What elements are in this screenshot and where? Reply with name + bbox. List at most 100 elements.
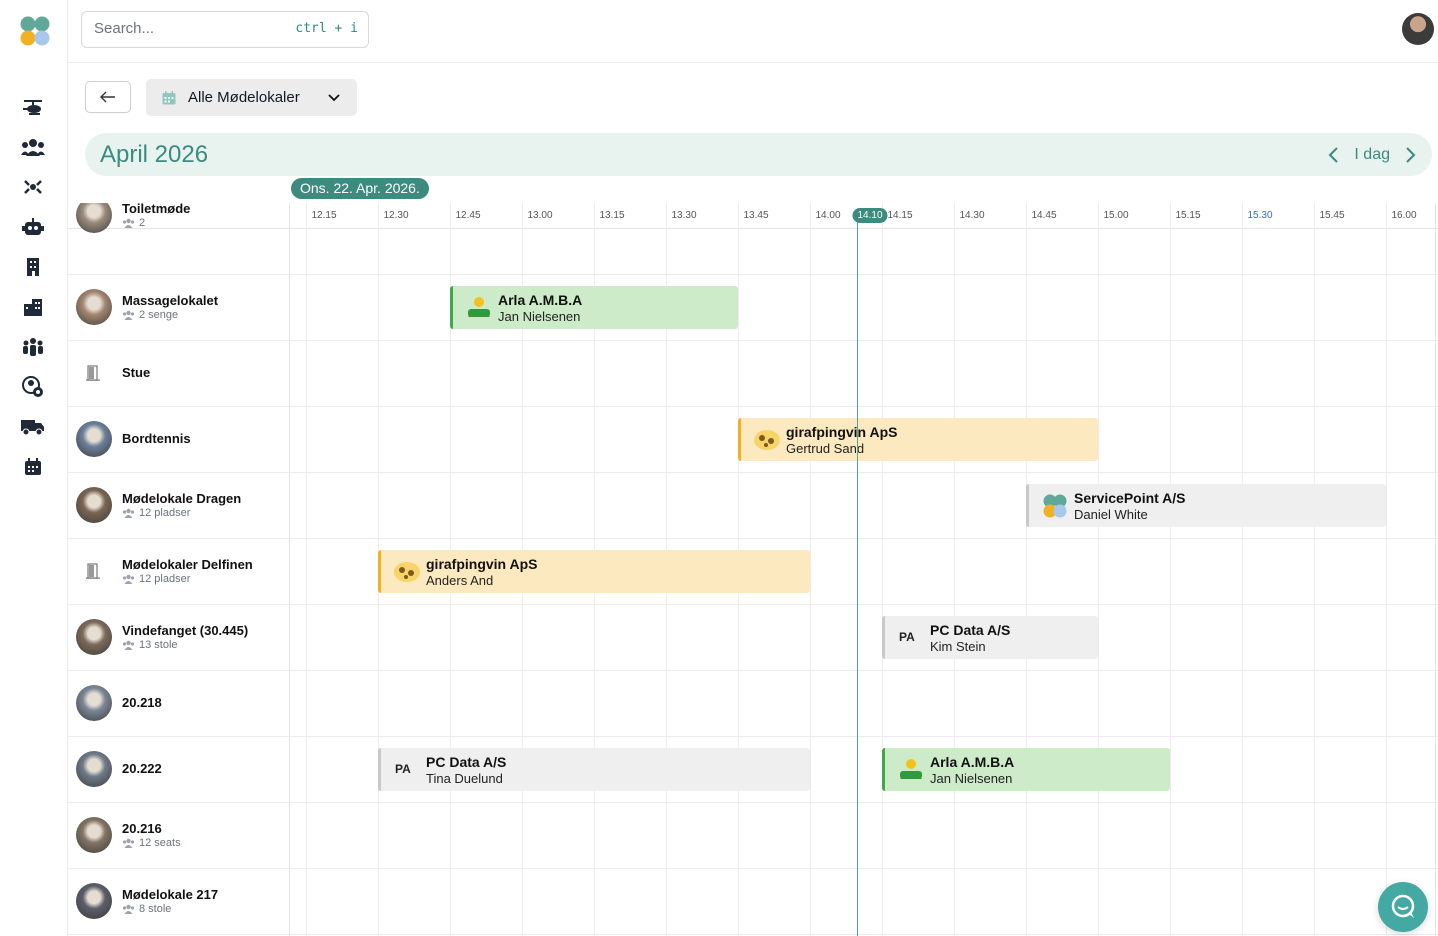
people-small-icon xyxy=(122,574,135,584)
room-row[interactable]: Stue xyxy=(68,340,289,406)
booking-block[interactable]: PA PC Data A/S Kim Stein xyxy=(882,616,1098,659)
room-thumbnail xyxy=(76,487,112,523)
booking-company: girafpingvin ApS xyxy=(426,556,538,572)
room-thumbnail xyxy=(76,817,112,853)
room-name: Stue xyxy=(122,365,151,380)
time-tick-label: 12.30 xyxy=(383,210,409,221)
people-icon[interactable] xyxy=(20,134,46,160)
time-tick-label: 14.45 xyxy=(1031,210,1057,221)
search-box[interactable]: ctrl + i xyxy=(81,11,369,48)
connections-icon[interactable] xyxy=(20,174,46,200)
calendar-small-icon xyxy=(162,90,176,104)
time-tick-label: 13.15 xyxy=(599,210,625,221)
helicopter-icon[interactable] xyxy=(20,94,46,120)
people-small-icon xyxy=(122,640,135,650)
today-button[interactable]: I dag xyxy=(1354,146,1390,164)
room-capacity-text: 2 senge xyxy=(139,309,179,321)
room-row[interactable]: Vindefanget (30.445) 13 stole xyxy=(68,604,289,670)
grid-column-line xyxy=(306,203,307,936)
room-thumbnail xyxy=(76,619,112,655)
calendar-icon[interactable] xyxy=(20,454,46,480)
booking-block[interactable]: girafpingvin ApS Gertrud Sand xyxy=(738,418,1098,461)
city-icon[interactable] xyxy=(20,294,46,320)
user-settings-icon[interactable] xyxy=(20,374,46,400)
chat-button[interactable] xyxy=(1378,882,1428,932)
date-pill: Ons. 22. Apr. 2026. xyxy=(291,178,429,199)
door-icon xyxy=(86,563,100,579)
booking-company: Arla A.M.B.A xyxy=(930,754,1015,770)
current-time-line xyxy=(857,215,858,936)
room-row[interactable]: Bordtennis xyxy=(68,406,289,472)
user-avatar[interactable] xyxy=(1402,13,1434,45)
room-capacity-text: 8 stole xyxy=(139,903,172,915)
time-tick-label: 15.45 xyxy=(1319,210,1345,221)
room-row[interactable]: Mødelokale 217 8 stole xyxy=(68,868,289,934)
room-filter-select[interactable]: Alle Mødelokaler xyxy=(146,79,357,116)
robot-icon[interactable] xyxy=(20,214,46,240)
time-tick-label: 16.00 xyxy=(1391,210,1417,221)
room-filter-label: Alle Mødelokaler xyxy=(188,89,300,106)
app-logo-icon[interactable] xyxy=(19,15,51,47)
booking-person: Jan Nielsenen xyxy=(930,771,1013,786)
grid-column-line xyxy=(882,203,883,936)
room-row[interactable]: Mødelokale Dragen 12 pladser xyxy=(68,472,289,538)
booking-block[interactable]: Arla A.M.B.A Jan Nielsenen xyxy=(882,748,1170,791)
booking-company: Arla A.M.B.A xyxy=(498,292,583,308)
chevron-left-icon[interactable] xyxy=(1326,145,1342,165)
people-small-icon xyxy=(122,838,135,848)
room-capacity: 12 pladser xyxy=(122,507,190,519)
scheduler-grid: 12.15 12.30 12.45 13.00 13.15 13.30 13.45 14.00… xyxy=(68,203,1438,936)
booking-block[interactable]: PA PC Data A/S Tina Duelund xyxy=(378,748,810,791)
month-title: April 2026 xyxy=(100,141,209,168)
building-icon[interactable] xyxy=(20,254,46,280)
room-name: Mødelokale Dragen xyxy=(122,491,242,506)
company-initials: PA xyxy=(395,762,411,776)
room-row[interactable]: Massagelokalet 2 senge xyxy=(68,274,289,340)
grid-column-line xyxy=(1314,203,1315,936)
time-tick-label: 13.45 xyxy=(743,210,769,221)
topbar: ctrl + i xyxy=(68,0,1438,63)
booking-block[interactable]: girafpingvin ApS Anders And xyxy=(378,550,810,593)
booking-person: Kim Stein xyxy=(930,639,986,654)
room-row[interactable]: 20.216 12 seats xyxy=(68,802,289,868)
booking-company: PC Data A/S xyxy=(930,622,1011,638)
grid-column-line xyxy=(810,203,811,936)
chevron-right-icon[interactable] xyxy=(1402,145,1418,165)
grid-column-line xyxy=(1026,203,1027,936)
room-name: Mødelokale 217 xyxy=(122,887,219,902)
room-thumbnail xyxy=(76,421,112,457)
chevron-down-icon xyxy=(328,94,340,102)
grid-column-line xyxy=(1170,203,1171,936)
room-row[interactable]: Mødelokaler Delfinen 12 pladser xyxy=(68,538,289,604)
back-button[interactable] xyxy=(85,81,131,113)
booking-company: PC Data A/S xyxy=(426,754,507,770)
search-input[interactable] xyxy=(94,20,274,37)
search-shortcut: ctrl + i xyxy=(295,21,358,36)
booking-company: girafpingvin ApS xyxy=(786,424,898,440)
booking-block[interactable]: ServicePoint A/S Daniel White xyxy=(1026,484,1386,527)
room-thumbnail xyxy=(76,751,112,787)
truck-icon[interactable] xyxy=(20,414,46,440)
room-name: Massagelokalet xyxy=(122,293,219,308)
grid-column-line xyxy=(954,203,955,936)
servicepoint-logo-icon xyxy=(1043,494,1067,518)
room-row[interactable]: 20.218 xyxy=(68,670,289,736)
time-tick-label: 13.00 xyxy=(527,210,553,221)
sidebar xyxy=(0,0,68,936)
people-small-icon xyxy=(122,310,135,320)
room-name: 20.216 xyxy=(122,821,162,836)
grid-column-line xyxy=(1386,203,1387,936)
group-icon[interactable] xyxy=(20,334,46,360)
time-tick-label: 15.00 xyxy=(1103,210,1129,221)
booking-person: Anders And xyxy=(426,573,494,588)
room-row[interactable]: Toiletmøde 2 xyxy=(68,203,289,248)
booking-block[interactable]: Arla A.M.B.A Jan Nielsenen xyxy=(450,286,738,329)
month-bar: April 2026 I dag xyxy=(85,133,1432,176)
room-capacity-text: 12 pladser xyxy=(139,507,191,519)
label-column-border xyxy=(289,203,290,936)
room-capacity-text: 12 pladser xyxy=(139,573,191,585)
time-tick-label: 14.15 xyxy=(887,210,913,221)
room-capacity: 13 stole xyxy=(122,639,178,651)
room-row[interactable]: 20.222 xyxy=(68,736,289,802)
room-capacity: 2 xyxy=(122,217,145,229)
